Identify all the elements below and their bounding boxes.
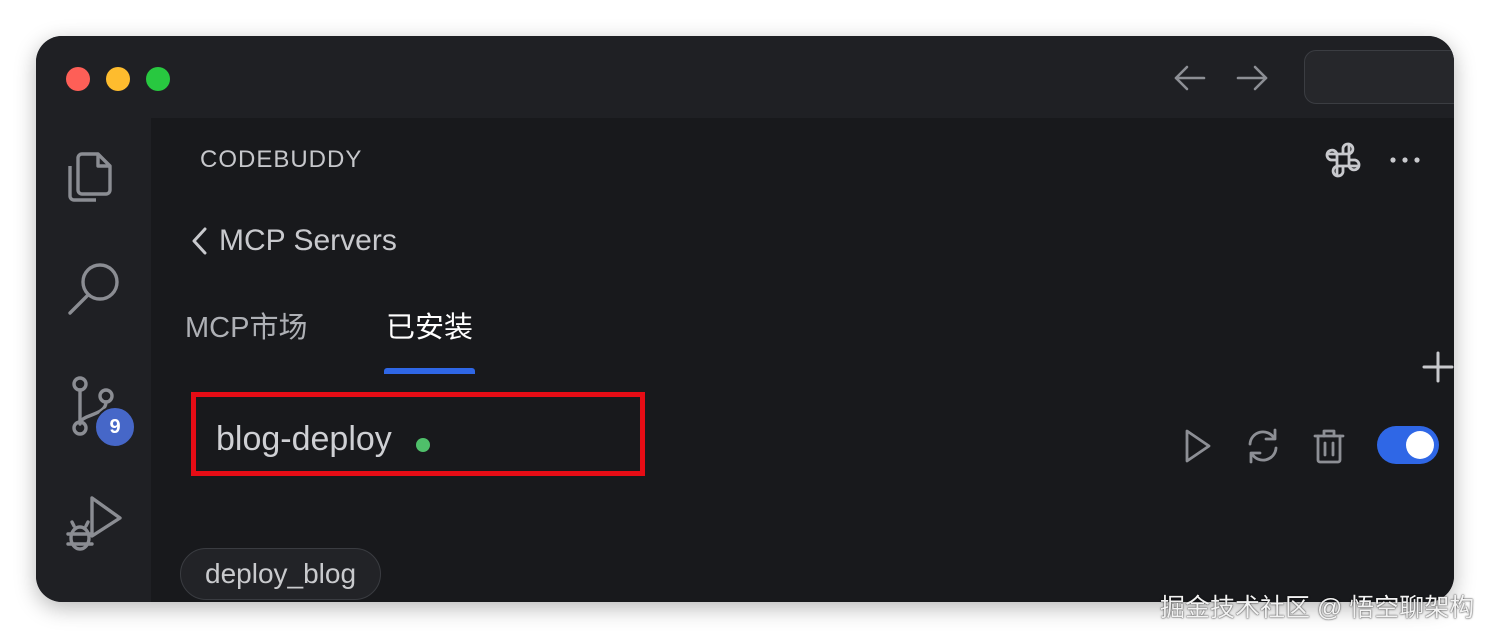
close-window-button[interactable] [66,67,90,91]
server-name: blog-deploy [216,420,392,458]
tab-mcp-market[interactable]: MCP市场 [185,304,307,346]
activity-run-debug[interactable] [62,490,126,554]
activity-search[interactable] [62,258,126,322]
source-control-badge: 9 [94,406,136,448]
command-center-search[interactable] [1304,50,1454,104]
trash-icon [1313,429,1345,464]
restart-server-button[interactable] [1243,426,1283,466]
watermark-text: 掘金技术社区 @ 悟空聊架构 [1160,594,1475,622]
back-button[interactable] [1170,60,1210,96]
tool-chip: deploy_blog [180,548,382,600]
active-tab-indicator [384,368,475,374]
forward-button[interactable] [1232,60,1272,96]
run-debug-icon [66,496,122,551]
delete-server-button[interactable] [1309,426,1349,466]
app-window: 9 CODEBUDDY MCP Servers MCP市场 已安装 blog-d… [36,36,1454,602]
chevron-left-icon [192,227,207,255]
files-icon [68,152,112,202]
play-icon [1185,429,1211,463]
mcp-server-row: blog-deploy [189,388,1454,498]
integration-icon [1325,142,1361,178]
refresh-icon [1248,428,1278,464]
zoom-window-button[interactable] [146,67,170,91]
server-status-dot [416,438,430,452]
panel-title: CODEBUDDY [200,146,363,173]
activity-bar: 9 [36,118,151,602]
plus-icon [1422,351,1454,383]
arrow-right-icon [1236,65,1268,91]
arrow-left-icon [1174,65,1206,91]
more-actions-button[interactable] [1385,140,1425,180]
integration-button[interactable] [1323,140,1363,180]
back-label: MCP Servers [219,224,397,257]
minimize-window-button[interactable] [106,67,130,91]
run-server-button[interactable] [1177,426,1217,466]
activity-explorer[interactable] [62,142,126,206]
search-icon [68,263,119,315]
back-to-mcp-servers[interactable]: MCP Servers [189,218,397,264]
tab-installed[interactable]: 已安装 [386,304,473,346]
add-server-button[interactable] [1419,348,1454,386]
more-icon [1390,157,1420,163]
toggle-knob [1406,431,1434,459]
codebuddy-panel: CODEBUDDY MCP Servers MCP市场 已安装 blog-dep… [151,118,1454,602]
title-bar [36,36,1454,118]
server-enabled-toggle[interactable] [1377,426,1439,464]
